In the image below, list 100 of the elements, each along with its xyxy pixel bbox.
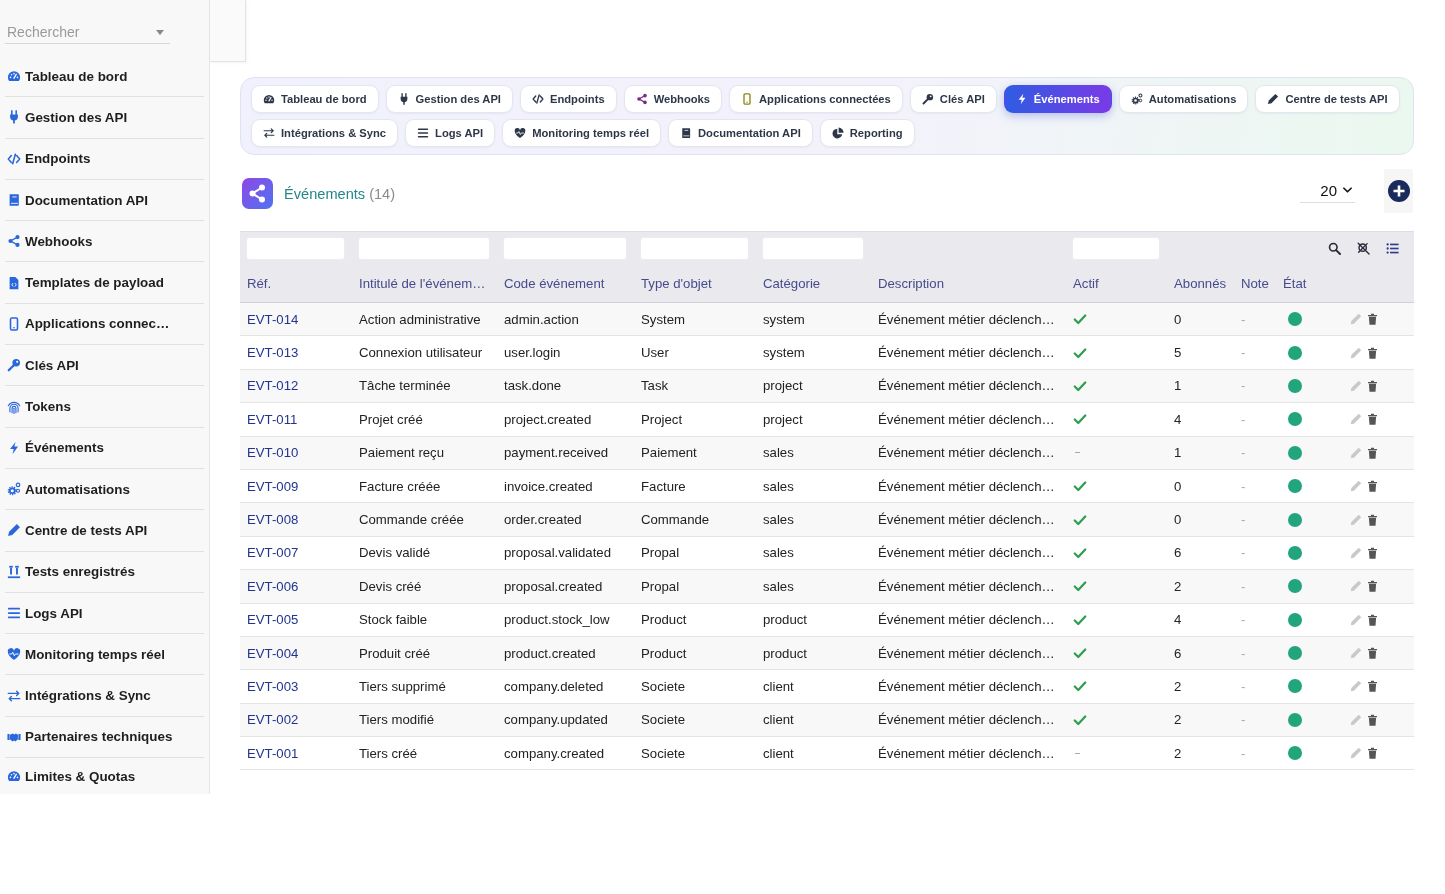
share-icon: [635, 93, 648, 105]
sidebar-item[interactable]: Webhooks: [5, 221, 204, 263]
arrows-icon: [263, 127, 275, 139]
page-size-select[interactable]: 20: [1300, 178, 1355, 203]
table-cell-text: Événement métier déclench…: [877, 411, 1055, 427]
trash-icon[interactable]: [1367, 546, 1378, 559]
ref-link[interactable]: EVT-003: [247, 679, 299, 694]
tab[interactable]: Tableau de bord: [251, 85, 379, 113]
ref-link[interactable]: EVT-009: [247, 478, 299, 494]
pencil-icon[interactable]: [1350, 446, 1362, 459]
column-header[interactable]: Type d'objet: [634, 276, 712, 291]
code-file-icon: [7, 275, 21, 290]
trash-icon[interactable]: [1367, 480, 1378, 493]
tab[interactable]: Gestion des API: [385, 85, 513, 113]
pencil-icon[interactable]: [1350, 379, 1362, 392]
ref-link[interactable]: EVT-011: [247, 411, 298, 427]
column-header[interactable]: Catégorie: [756, 276, 821, 291]
pencil-icon[interactable]: [1350, 546, 1362, 559]
ref-link[interactable]: EVT-013: [247, 345, 299, 361]
tab[interactable]: Documentation API: [668, 119, 813, 147]
ref-link[interactable]: EVT-012: [247, 378, 299, 394]
ref-link[interactable]: EVT-001: [247, 745, 299, 761]
sidebar-item[interactable]: Documentation API: [5, 179, 204, 222]
trash-icon[interactable]: [1367, 680, 1378, 693]
pencil-icon[interactable]: [1350, 713, 1362, 726]
trash-icon[interactable]: [1367, 413, 1378, 426]
tab[interactable]: Monitoring temps réel: [502, 119, 661, 147]
pencil-icon[interactable]: [1350, 680, 1362, 693]
sidebar-item[interactable]: Clés API: [5, 345, 204, 387]
sidebar-item[interactable]: Tableau de bord: [5, 56, 204, 98]
tab[interactable]: Endpoints: [519, 85, 617, 113]
ref-link[interactable]: EVT-005: [247, 612, 299, 628]
pencil-icon[interactable]: [1350, 647, 1362, 660]
trash-icon[interactable]: [1367, 613, 1378, 626]
trash-icon[interactable]: [1367, 446, 1378, 459]
column-header[interactable]: Abonnés: [1167, 276, 1227, 291]
trash-icon[interactable]: [1367, 513, 1378, 526]
sidebar-item[interactable]: Automatisations: [5, 468, 204, 511]
search-field[interactable]: Rechercher: [5, 20, 170, 44]
sidebar-item[interactable]: Endpoints: [5, 138, 204, 180]
ref-link[interactable]: EVT-004: [247, 645, 299, 661]
ref-link[interactable]: EVT-006: [247, 578, 299, 594]
tab[interactable]: Automatisations: [1118, 85, 1249, 113]
tab[interactable]: Clés API: [909, 85, 997, 113]
list-icon[interactable]: [1386, 242, 1399, 255]
tab[interactable]: Centre de tests API: [1255, 85, 1400, 113]
tab[interactable]: Intégrations & Sync: [251, 119, 399, 147]
trash-icon[interactable]: [1367, 580, 1378, 593]
ref-link[interactable]: EVT-008: [247, 512, 299, 528]
sidebar-item[interactable]: Partenaires techniques: [5, 716, 204, 759]
table-cell-text: task.done: [503, 378, 562, 394]
sidebar-item[interactable]: Applications connec…: [5, 303, 204, 346]
column-header[interactable]: Actif: [1066, 276, 1099, 291]
sidebar-item[interactable]: Templates de payload: [5, 262, 204, 304]
pencil-icon[interactable]: [1350, 580, 1362, 593]
table-cell-text: Événement métier déclench…: [877, 578, 1055, 594]
pencil-icon[interactable]: [1350, 613, 1362, 626]
trash-icon[interactable]: [1367, 313, 1378, 326]
tab[interactable]: Logs API: [405, 119, 496, 147]
pencil-icon[interactable]: [1350, 513, 1362, 526]
column-header[interactable]: Intitulé de l'événem…: [352, 276, 486, 291]
trash-icon[interactable]: [1367, 747, 1378, 760]
ref-link[interactable]: EVT-007: [247, 545, 299, 561]
sidebar-item[interactable]: Limites & Quotas: [5, 758, 204, 795]
column-header[interactable]: Note: [1234, 276, 1269, 291]
sidebar-item[interactable]: Tests enregistrés: [5, 551, 204, 593]
gauge-icon: [7, 69, 21, 84]
sidebar-item[interactable]: Tokens: [5, 386, 204, 428]
tab[interactable]: Reporting: [819, 119, 915, 147]
search-off-icon[interactable]: [1357, 242, 1370, 255]
pencil-icon[interactable]: [1350, 313, 1362, 326]
add-button[interactable]: [1384, 169, 1413, 213]
caret-icon[interactable]: [156, 30, 164, 35]
search-icon[interactable]: [1328, 242, 1341, 255]
column-header[interactable]: Réf.: [240, 276, 272, 291]
pencil-icon[interactable]: [1350, 346, 1362, 359]
column-header[interactable]: État: [1276, 276, 1307, 291]
column-header[interactable]: Description: [871, 276, 944, 291]
tab[interactable]: Événements: [1003, 85, 1112, 113]
trash-icon[interactable]: [1367, 713, 1378, 726]
sidebar-item[interactable]: Gestion des API: [5, 97, 204, 139]
code-icon: [531, 93, 544, 105]
gears-icon: [1130, 93, 1143, 105]
ref-link[interactable]: EVT-002: [247, 712, 299, 728]
pencil-icon[interactable]: [1350, 480, 1362, 493]
sidebar-item[interactable]: Monitoring temps réel: [5, 634, 204, 676]
ref-link[interactable]: EVT-010: [247, 445, 299, 461]
ref-link[interactable]: EVT-014: [247, 311, 299, 327]
pencil-icon[interactable]: [1350, 413, 1362, 426]
trash-icon[interactable]: [1367, 346, 1378, 359]
tab[interactable]: Webhooks: [623, 85, 722, 113]
column-header[interactable]: Code événement: [497, 276, 605, 291]
sidebar-item[interactable]: Logs API: [5, 592, 204, 635]
trash-icon[interactable]: [1367, 379, 1378, 392]
trash-icon[interactable]: [1367, 647, 1378, 660]
tab[interactable]: Applications connectées: [729, 85, 903, 113]
sidebar-item[interactable]: Événements: [5, 427, 204, 469]
pencil-icon[interactable]: [1350, 747, 1362, 760]
sidebar-item[interactable]: Intégrations & Sync: [5, 675, 204, 717]
sidebar-item[interactable]: Centre de tests API: [5, 510, 204, 552]
